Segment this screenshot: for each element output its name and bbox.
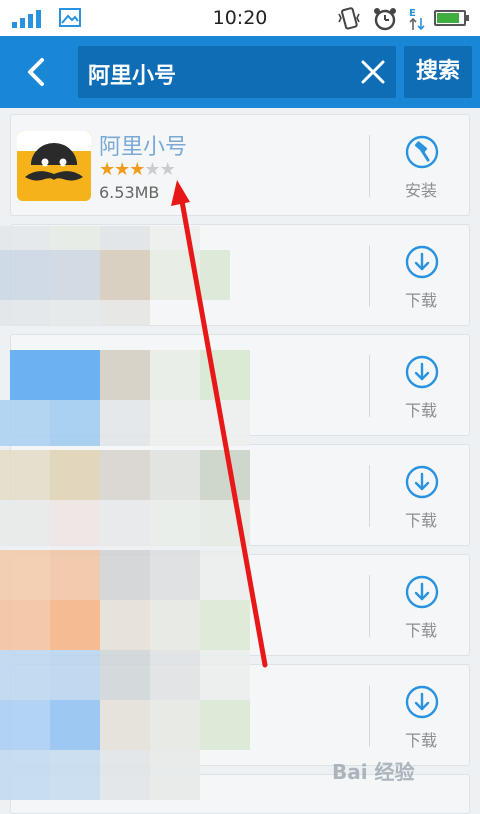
download-button[interactable]: 下载 — [371, 445, 469, 545]
download-icon — [405, 465, 439, 499]
list-item[interactable]: 下载 — [10, 334, 470, 436]
close-icon[interactable] — [360, 59, 386, 85]
star-filled-icon: ★ — [129, 159, 145, 180]
download-icon — [405, 575, 439, 609]
download-label: 下载 — [404, 401, 437, 420]
star-empty-icon: ★ — [144, 159, 160, 180]
download-button[interactable]: 下载 — [371, 665, 469, 765]
app-size: 6.53MB — [99, 183, 160, 202]
download-label: 下载 — [404, 621, 437, 640]
download-button[interactable]: 下载 — [371, 335, 469, 435]
install-label: 安装 — [404, 181, 437, 200]
svg-text:E: E — [409, 8, 416, 19]
divider — [369, 575, 370, 637]
divider — [369, 135, 370, 197]
install-hammer-icon — [405, 135, 439, 169]
divider — [369, 465, 370, 527]
star-empty-icon: ★ — [159, 159, 176, 180]
star-filled-icon: ★ — [114, 159, 130, 180]
alarm-icon — [374, 8, 396, 31]
watermark: Bai 经验 — [332, 760, 415, 784]
search-input[interactable]: 阿里小号 — [78, 46, 396, 98]
divider — [369, 355, 370, 417]
back-arrow-icon[interactable] — [18, 52, 58, 92]
list-item[interactable]: 下载 — [10, 444, 470, 546]
search-input-value: 阿里小号 — [88, 64, 177, 89]
install-button[interactable]: 安装 — [371, 115, 469, 215]
download-icon — [405, 245, 439, 279]
divider — [369, 245, 370, 307]
list-item[interactable]: 下载 — [10, 224, 470, 326]
star-filled-icon: ★ — [99, 159, 115, 180]
rating-stars: ★★★★★ — [99, 159, 176, 180]
download-button[interactable]: 下载 — [371, 555, 469, 655]
results-list: 阿里小号 ★★★★★ 6.53MB 安装 下载 下载 下载 下载 下载 — [0, 108, 480, 814]
list-item[interactable]: 阿里小号 ★★★★★ 6.53MB 安装 — [10, 114, 470, 216]
search-header: 阿里小号 搜索 — [0, 36, 480, 108]
data-transfer-icon: E — [409, 8, 425, 31]
download-icon — [405, 355, 439, 389]
download-icon — [405, 685, 439, 719]
search-button[interactable]: 搜索 — [404, 46, 472, 98]
download-label: 下载 — [404, 291, 437, 310]
battery-charging-icon — [434, 10, 469, 26]
app-name: 阿里小号 — [99, 135, 188, 160]
list-item[interactable]: 下载 — [10, 554, 470, 656]
download-label: 下载 — [404, 511, 437, 530]
download-label: 下载 — [404, 731, 437, 750]
app-icon — [17, 131, 91, 201]
download-button[interactable]: 下载 — [371, 225, 469, 325]
divider — [369, 685, 370, 747]
status-bar: 10:20 E — [0, 0, 480, 36]
vibrate-icon — [338, 7, 360, 30]
list-item[interactable]: 下载 — [10, 664, 470, 766]
